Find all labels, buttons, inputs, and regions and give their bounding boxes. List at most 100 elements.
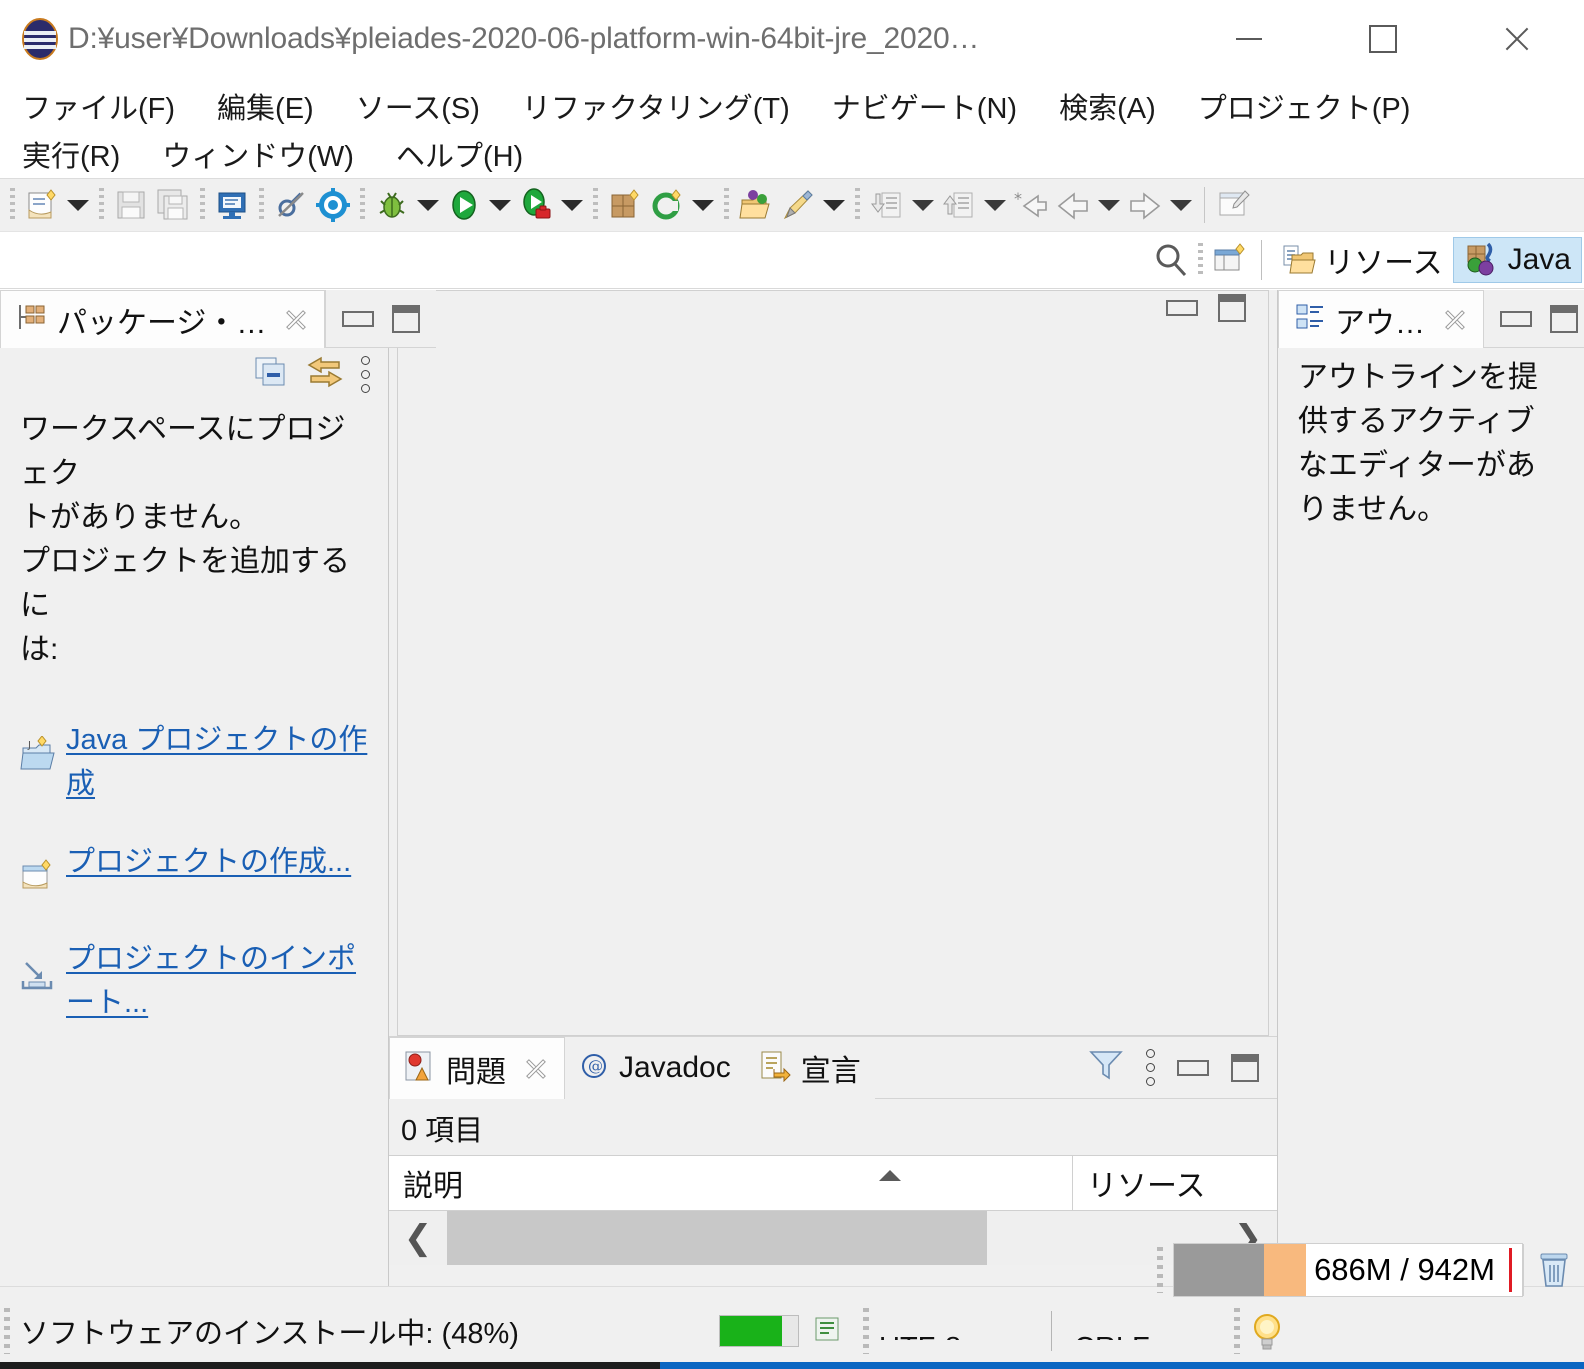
trash-icon[interactable] [1523,1244,1584,1296]
link-with-editor-icon[interactable] [307,356,343,393]
debug-icon[interactable] [371,183,413,227]
skip-breakpoints-icon[interactable] [270,183,312,227]
column-header-resource[interactable]: リソース [1073,1156,1277,1210]
menu-navigate[interactable]: ナビゲート(N) [832,85,1017,127]
minimize-button[interactable] [1182,0,1316,78]
column-header-resource-label: リソース [1087,1170,1206,1203]
view-menu-icon[interactable] [361,355,370,393]
forward-dropdown-caret[interactable] [1166,183,1196,227]
previous-dropdown-caret[interactable] [908,183,938,227]
column-header-description[interactable]: 説明 [389,1156,1073,1210]
perspective-resource[interactable]: リソース [1272,237,1453,283]
heap-grip[interactable] [1157,1247,1164,1293]
toolbar-grip[interactable] [10,188,15,222]
new-wizard-icon[interactable] [21,183,63,227]
toolbar-grip-5[interactable] [360,188,365,222]
new-class-dropdown-caret[interactable] [688,183,718,227]
menu-help[interactable]: ヘルプ(H) [396,133,523,175]
scrollbar-track[interactable] [447,1211,1219,1265]
minimize-icon[interactable] [1500,310,1532,327]
problems-table: 説明 リソース ❮ ❯ [389,1155,1277,1287]
forward-icon [1124,183,1166,227]
tab-package-explorer[interactable]: パッケージ・… [0,290,326,348]
annotate-icon[interactable] [777,183,819,227]
problems-tab-label: 問題 [446,1055,506,1089]
collapse-all-icon[interactable] [255,357,289,392]
toolbar-grip-8[interactable] [855,188,860,222]
tip-grip[interactable] [1234,1308,1240,1354]
editor-minimize-icon[interactable] [1166,300,1198,316]
settings-icon[interactable] [312,183,354,227]
menu-search[interactable]: 検索(A) [1059,85,1156,127]
eclipse-icon [18,17,62,61]
toolbar-grip-6[interactable] [593,188,598,222]
close-icon[interactable] [1441,306,1469,334]
menu-run[interactable]: 実行(R) [22,133,120,175]
toolbar-grip-4[interactable] [259,188,264,222]
encoding-grip[interactable] [863,1308,869,1354]
link-row-new-java-project[interactable]: J Java プロジェクトの作成 [20,718,368,806]
minimize-icon[interactable] [1177,1059,1209,1076]
run-icon[interactable] [443,183,485,227]
toolbar-grip-2[interactable] [99,188,104,222]
scroll-left-icon[interactable]: ❮ [389,1218,447,1258]
menu-project[interactable]: プロジェクト(P) [1198,85,1411,127]
link-row-import-project[interactable]: プロジェクトのインポート... [20,937,368,1025]
toolbar-grip-7[interactable] [724,188,729,222]
editor-maximize-icon[interactable] [1218,294,1246,322]
workbench-main: パッケージ・… ワークスペースにプロジェク トがありません。 プロジェクトを追加… [0,290,1584,1287]
resource-perspective-icon [1283,245,1316,274]
new-editor-icon [1213,183,1255,227]
menu-file[interactable]: ファイル(F) [22,85,175,127]
toolbar-grip-3[interactable] [200,188,205,222]
lightbulb-icon[interactable] [1250,1311,1284,1351]
run-dropdown-caret[interactable] [485,183,515,227]
last-edit-location-icon: * [1010,183,1052,227]
new-dropdown-caret[interactable] [63,183,93,227]
menu-source[interactable]: ソース(S) [356,85,480,127]
editor-empty-surface[interactable] [398,325,1268,1035]
new-class-icon[interactable] [646,183,688,227]
menu-edit[interactable]: 編集(E) [217,85,314,127]
link-new-project[interactable]: プロジェクトの作成... [66,840,351,884]
progress-view-icon[interactable] [813,1314,843,1349]
toolbar-separator [1204,187,1205,223]
minimize-icon[interactable] [342,310,375,327]
status-grip[interactable] [4,1308,10,1354]
annotate-dropdown-caret[interactable] [819,183,849,227]
scrollbar-thumb[interactable] [447,1211,987,1265]
link-import-project[interactable]: プロジェクトのインポート... [66,937,368,1025]
link-row-new-project[interactable]: プロジェクトの作成... [20,840,368,903]
maximize-icon[interactable] [1550,304,1578,333]
link-new-java-project[interactable]: Java プロジェクトの作成 [66,718,368,806]
filter-icon[interactable] [1088,1049,1124,1086]
close-icon[interactable] [522,1055,550,1083]
close-icon[interactable] [282,306,310,334]
menu-window[interactable]: ウィンドウ(W) [162,133,354,175]
next-dropdown-caret[interactable] [980,183,1010,227]
back-dropdown-caret[interactable] [1094,183,1124,227]
close-button[interactable] [1450,0,1584,78]
maximize-icon[interactable] [392,304,421,333]
tab-outline[interactable]: アウ… [1278,290,1484,348]
problems-horizontal-scrollbar[interactable]: ❮ ❯ [389,1211,1277,1265]
coverage-dropdown-caret[interactable] [557,183,587,227]
view-menu-icon[interactable] [1146,1049,1155,1086]
new-java-package-icon[interactable] [604,183,646,227]
search-icon[interactable] [1150,238,1192,282]
perspective-grip[interactable] [1198,243,1204,277]
tab-problems[interactable]: 問題 [389,1037,565,1099]
maximize-icon[interactable] [1231,1053,1259,1082]
heap-monitor[interactable]: 686M / 942M [1173,1243,1523,1297]
maximize-button[interactable] [1316,0,1450,78]
debug-dropdown-caret[interactable] [413,183,443,227]
coverage-icon[interactable] [515,183,557,227]
open-type-icon[interactable] [735,183,777,227]
tab-javadoc[interactable]: @ Javadoc [565,1037,745,1099]
perspective-java[interactable]: Java [1452,237,1582,283]
console-icon[interactable] [211,183,253,227]
menu-refactor[interactable]: リファクタリング(T) [522,85,790,127]
new-project-icon [20,840,66,903]
open-perspective-icon[interactable] [1209,238,1251,282]
tab-declaration[interactable]: 宣言 [744,1037,875,1099]
